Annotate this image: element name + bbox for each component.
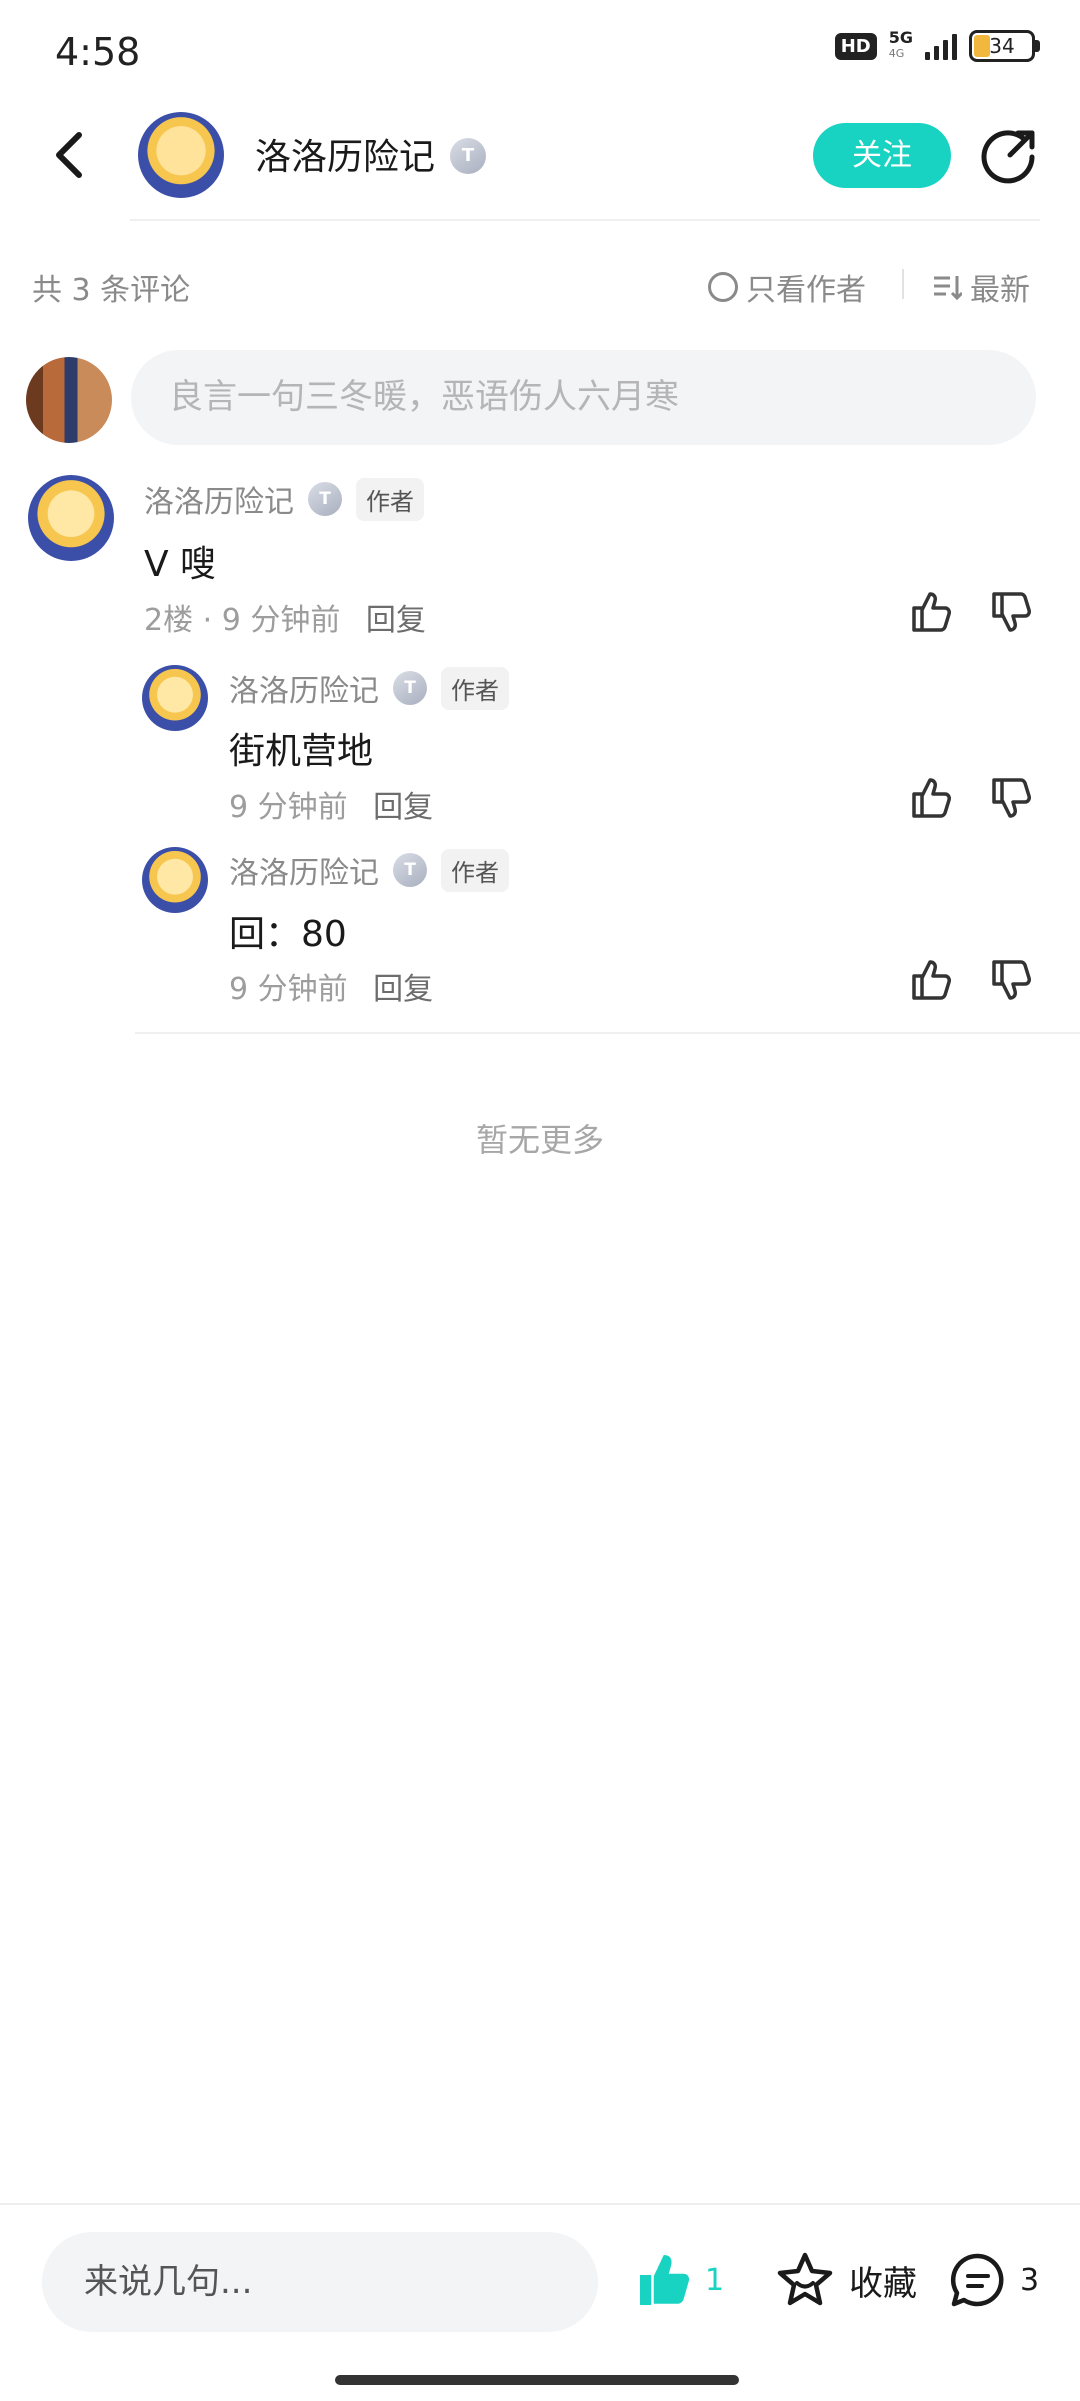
- comment-count-badge: 3: [1020, 2262, 1040, 2298]
- author-avatar[interactable]: [138, 112, 224, 198]
- comment-author[interactable]: 洛洛历险记 T 作者: [229, 666, 509, 710]
- comment-count: 共 3 条评论: [32, 273, 191, 308]
- comment-text: 街机营地: [229, 731, 374, 772]
- sort-icon: [934, 276, 962, 301]
- comment-author[interactable]: 洛洛历险记 T 作者: [229, 848, 509, 892]
- author-tag: 作者: [441, 666, 509, 710]
- level-badge-icon: T: [393, 853, 427, 887]
- thread-divider: [135, 1032, 1080, 1034]
- comment-input[interactable]: 良言一句三冬暖，恶语伤人六月寒: [131, 350, 1036, 445]
- thumb-up-icon[interactable]: [908, 956, 956, 1004]
- like-button[interactable]: 1: [635, 2250, 724, 2310]
- network-indicator: 5G 4G: [889, 30, 913, 62]
- thumb-up-icon[interactable]: [908, 588, 956, 636]
- author-tag: 作者: [356, 477, 424, 521]
- back-button[interactable]: [45, 125, 95, 185]
- status-bar: 4:58 HD 5G 4G 34: [0, 0, 1080, 100]
- author-name[interactable]: 洛洛历险记: [255, 128, 435, 180]
- hd-icon: HD: [834, 32, 877, 60]
- comment-author-name: 洛洛历险记: [229, 674, 379, 709]
- share-icon: [981, 130, 1035, 184]
- reply-avatar[interactable]: [142, 665, 208, 731]
- battery-level: 34: [989, 34, 1015, 58]
- sort-label: 最新: [970, 273, 1030, 308]
- comment-meta: 2楼 · 9 分钟前 回复: [144, 595, 426, 639]
- favorite-label: 收藏: [849, 2263, 917, 2304]
- reply-button[interactable]: 回复: [366, 603, 426, 638]
- comment-text: V 嗖: [144, 544, 217, 585]
- comment-author-name: 洛洛历险记: [229, 856, 379, 891]
- reply-button[interactable]: 回复: [373, 972, 433, 1007]
- only-author-label: 只看作者: [746, 273, 866, 308]
- only-author-toggle[interactable]: 只看作者: [708, 265, 866, 309]
- comment-time: 9 分钟前: [229, 972, 348, 1007]
- post-header: 洛洛历险记 T 关注: [0, 100, 1080, 221]
- bottom-comment-input[interactable]: 来说几句...: [42, 2232, 598, 2332]
- thumb-up-filled-icon: [640, 2255, 690, 2305]
- reply-avatar[interactable]: [142, 847, 208, 913]
- reply-button[interactable]: 回复: [373, 790, 433, 825]
- no-more-label: 暂无更多: [475, 1121, 604, 1159]
- status-time: 4:58: [55, 30, 141, 74]
- network-label: 5G: [888, 28, 913, 47]
- sort-button[interactable]: 最新: [932, 265, 1030, 309]
- comment-time: 9 分钟前: [229, 790, 348, 825]
- network-sub-label: 4G: [888, 47, 905, 60]
- comment-meta: 9 分钟前 回复: [229, 964, 433, 1008]
- thumb-down-icon[interactable]: [988, 588, 1036, 636]
- comment-text: 回：80: [229, 914, 347, 955]
- comment-time: 2楼 · 9 分钟前: [144, 603, 341, 638]
- favorite-button[interactable]: 收藏: [775, 2250, 917, 2310]
- toolbar-separator: [902, 269, 904, 299]
- comment-bubble-icon: [950, 2253, 1004, 2307]
- home-indicator[interactable]: [335, 2375, 739, 2385]
- comments-button[interactable]: 3: [948, 2250, 1039, 2310]
- comment-author[interactable]: 洛洛历险记 T 作者: [144, 477, 424, 521]
- my-avatar: [26, 357, 112, 443]
- thumb-up-icon[interactable]: [908, 774, 956, 822]
- radio-icon: [708, 272, 738, 302]
- comment-toolbar: 共 3 条评论 只看作者 最新: [0, 255, 1080, 315]
- back-arrow-icon: [56, 132, 82, 178]
- star-icon: [777, 2252, 833, 2306]
- level-badge-icon: T: [393, 671, 427, 705]
- status-icons: HD 5G 4G 34: [834, 30, 1040, 62]
- header-divider: [130, 219, 1040, 221]
- comment-author-name: 洛洛历险记: [144, 485, 294, 520]
- thumb-down-icon[interactable]: [988, 774, 1036, 822]
- comment-meta: 9 分钟前 回复: [229, 782, 433, 826]
- author-tag: 作者: [441, 848, 509, 892]
- like-count: 1: [705, 2262, 725, 2298]
- level-badge-icon: T: [450, 138, 486, 174]
- follow-button[interactable]: 关注: [813, 123, 951, 188]
- bottom-divider: [0, 2203, 1080, 2205]
- share-button[interactable]: [980, 125, 1040, 185]
- battery-icon: 34: [969, 30, 1040, 62]
- comment-avatar[interactable]: [28, 475, 114, 561]
- signal-icon: [925, 32, 957, 60]
- level-badge-icon: T: [308, 482, 342, 516]
- thumb-down-icon[interactable]: [988, 956, 1036, 1004]
